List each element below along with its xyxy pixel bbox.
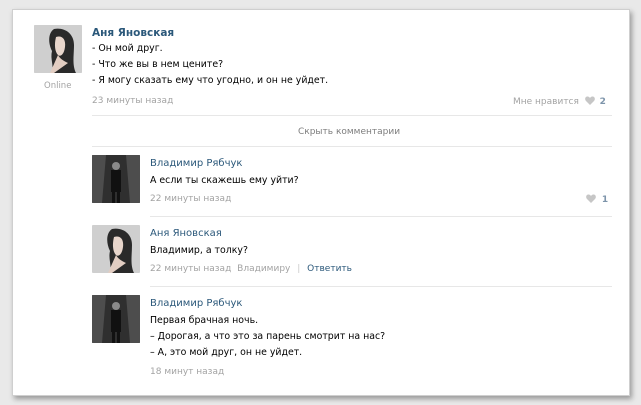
- comment-text-line: – Дорогая, а что это за парень смотрит н…: [150, 331, 386, 342]
- avatar[interactable]: [34, 25, 82, 73]
- wall-post-card: Online Аня Яновская - Он мой друг. - Что…: [12, 9, 630, 396]
- post-text-line: - Он мой друг.: [92, 43, 163, 54]
- comment-text-line: – А, это мой друг, он не уйдет.: [150, 347, 303, 358]
- like-button[interactable]: Мне нравится 2: [513, 96, 606, 108]
- avatar[interactable]: [92, 295, 140, 343]
- comment-author-name[interactable]: Аня Яновская: [150, 228, 222, 239]
- like-label: Мне нравится: [513, 97, 579, 107]
- comment-timestamp[interactable]: 22 минуты назад: [150, 194, 231, 204]
- like-count: 1: [601, 195, 609, 205]
- heart-icon: [586, 194, 596, 206]
- comment-timestamp[interactable]: 18 минут назад: [150, 367, 224, 377]
- divider: [92, 146, 612, 147]
- comment-text-line: А если ты скажешь ему уйти?: [150, 175, 299, 186]
- online-status: Online: [44, 81, 72, 91]
- comment-author-name[interactable]: Владимир Рябчук: [150, 298, 242, 309]
- post-timestamp[interactable]: 23 минуты назад: [92, 96, 173, 106]
- comment-text: А если ты скажешь ему уйти?: [150, 173, 299, 188]
- separator: |: [297, 264, 301, 274]
- divider: [150, 286, 612, 287]
- comment-text: Владимир, а толку?: [150, 243, 248, 258]
- avatar[interactable]: [92, 155, 140, 203]
- divider: [150, 216, 612, 217]
- reply-button[interactable]: Ответить: [307, 264, 352, 274]
- comment-author-name[interactable]: Владимир Рябчук: [150, 158, 242, 169]
- comment-meta: 22 минуты назад Владимиру | Ответить: [150, 264, 352, 274]
- post-text-line: - Я могу сказать ему что угодно, и он не…: [92, 75, 329, 86]
- avatar[interactable]: [92, 225, 140, 273]
- comment-text-line: Владимир, а толку?: [150, 245, 248, 256]
- post-author-name[interactable]: Аня Яновская: [92, 27, 174, 39]
- post-text: - Он мой друг. - Что же вы в нем цените?…: [92, 41, 328, 88]
- heart-icon: [584, 96, 595, 108]
- hide-comments-link[interactable]: Скрыть комментарии: [298, 127, 400, 137]
- like-count: 2: [599, 97, 606, 107]
- comment-timestamp[interactable]: 22 минуты назад: [150, 264, 231, 274]
- divider: [92, 115, 612, 116]
- reply-to-link[interactable]: Владимиру: [237, 264, 290, 274]
- comment-text-line: Первая брачная ночь.: [150, 315, 259, 326]
- post-text-line: - Что же вы в нем цените?: [92, 59, 224, 70]
- like-button[interactable]: 1: [586, 194, 608, 206]
- comment-text: Первая брачная ночь. – Дорогая, а что эт…: [150, 313, 385, 360]
